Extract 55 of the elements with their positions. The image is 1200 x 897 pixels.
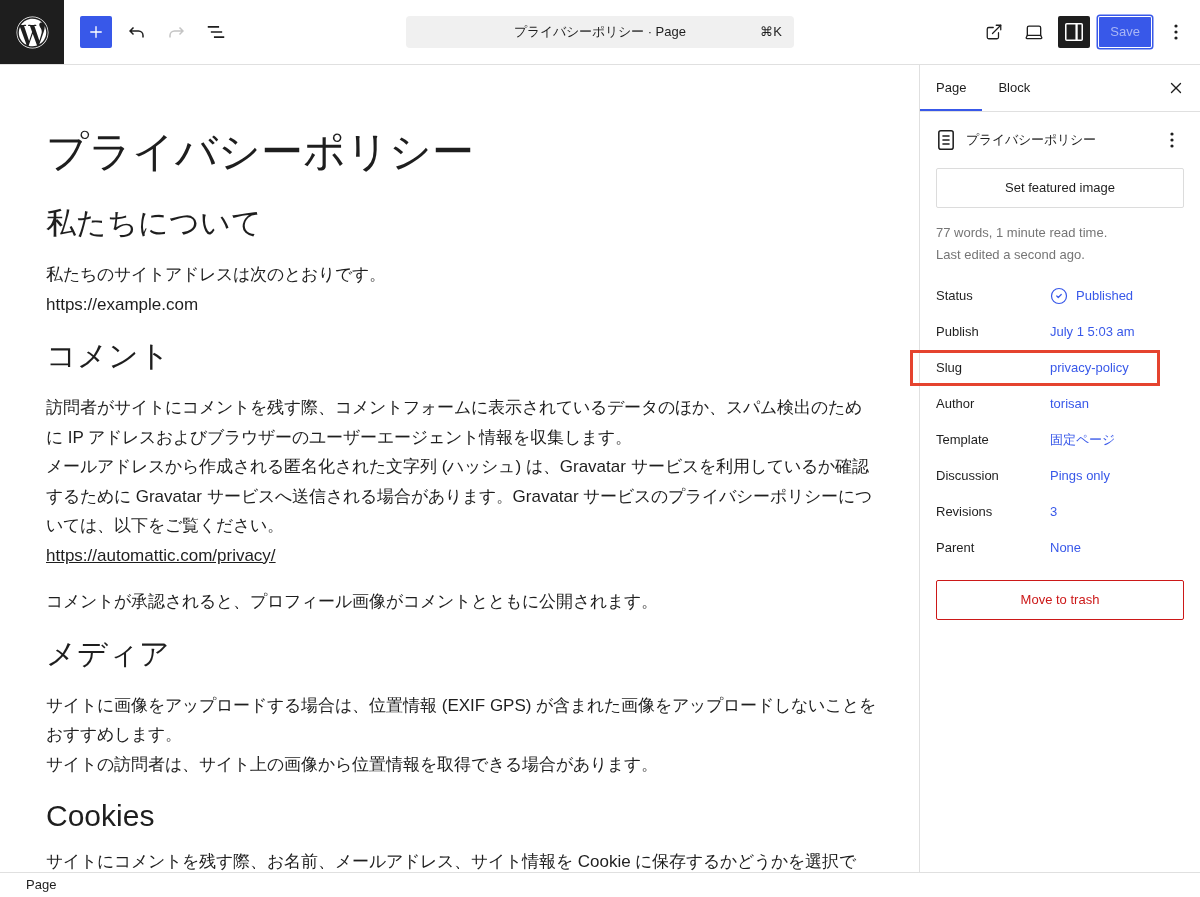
field-value[interactable]: July 1 5:03 am — [1050, 322, 1135, 342]
breadcrumb[interactable]: Page — [26, 875, 57, 895]
field-label: Author — [936, 395, 976, 414]
command-bar[interactable]: プライバシーポリシー · Page ⌘K — [406, 16, 794, 48]
field-label: Publish — [936, 323, 980, 342]
field-value[interactable]: 固定ページ — [1050, 430, 1115, 450]
link[interactable]: https://automattic.com/privacy/ — [46, 540, 276, 570]
undo-icon — [128, 26, 144, 38]
field-value[interactable]: Pings only — [1050, 466, 1110, 486]
paragraph-text: 私たちのサイトアドレスは次のとおりです。 — [46, 264, 386, 286]
list-icon — [207, 26, 225, 38]
field-label: Template — [936, 431, 990, 450]
logo-icon — [15, 15, 49, 49]
section-heading: 私たちについて — [46, 205, 263, 241]
field-label: Slug — [936, 359, 964, 378]
field-value[interactable]: None — [1050, 538, 1082, 558]
paragraph-text: メールアドレスから作成される匿名化された文字列 (ハッシュ) は、Gravatar サービスを利用しているか確認するために Gravatar サービスへ送信される場合があります。Gravatar サービスのプライバシーポリシーについては、以下をご覧ください。 — [46, 456, 874, 537]
field-label: Parent — [936, 539, 976, 558]
document-title: プライバシーポリシー · Page — [514, 23, 686, 42]
paragraph-text: https://example.com — [46, 293, 199, 316]
paragraph-text: コメントが承認されると、プロフィール画像がコメントとともに公開されます。 — [46, 591, 658, 613]
add-block-button[interactable] — [80, 16, 112, 48]
field-label: Discussion — [936, 467, 1000, 486]
page-title: プライバシーポリシー — [966, 131, 1096, 150]
sidebar-panel-icon — [1065, 23, 1084, 41]
status-value[interactable]: Published — [1050, 286, 1134, 306]
sidebar-tab[interactable]: Page — [920, 65, 983, 111]
paragraph-text: サイトの訪問者は、サイト上の画像から位置情報を取得できる場合があります。 — [46, 753, 658, 776]
page-title-heading: プライバシーポリシー — [46, 127, 475, 177]
paragraph-text: サイトに画像をアップロードする場合は、位置情報 (EXIF GPS) が含まれた画像をアップロードしないことをおすすめします。 — [46, 694, 878, 746]
section-heading: コメント — [46, 338, 171, 374]
more-icon — [1170, 132, 1174, 148]
info-text: 77 words, 1 minute read time. — [936, 224, 1109, 242]
field-value[interactable]: privacy-policy — [1050, 358, 1129, 378]
info-text: Last edited a second ago. — [936, 246, 1086, 264]
logo-button[interactable] — [0, 0, 64, 64]
section-heading: Cookies — [46, 798, 156, 834]
field-label: Status — [936, 287, 974, 306]
field-value[interactable]: torisan — [1050, 394, 1090, 414]
shortcut-hint: ⌘K — [760, 23, 782, 42]
paragraph-text: 訪問者がサイトにコメントを残す際、コメントフォームに表示されているデータのほか、スパム検出のために IP アドレスおよびブラウザーのユーザーエージェント情報を収集します。 — [46, 397, 863, 449]
check-circle-icon — [1050, 287, 1068, 305]
featured-image-button[interactable]: Set featured image — [936, 168, 1184, 208]
trash-button[interactable]: Move to trash — [936, 580, 1184, 620]
redo-icon — [168, 26, 184, 38]
paragraph-text: サイトにコメントを残す際、お名前、メールアドレス、サイト情報を Cookie に保存するかどうかを選択で — [46, 853, 857, 871]
settings-button[interactable] — [1058, 16, 1091, 48]
field-value[interactable]: 3 — [1050, 502, 1058, 522]
plus-icon — [87, 23, 105, 41]
section-heading: メディア — [46, 635, 171, 672]
sidebar-tab[interactable]: Block — [982, 65, 1047, 111]
external-link-icon — [985, 23, 1004, 41]
more-icon — [1174, 24, 1178, 40]
document-icon — [938, 130, 954, 150]
field-label: Revisions — [936, 503, 994, 522]
